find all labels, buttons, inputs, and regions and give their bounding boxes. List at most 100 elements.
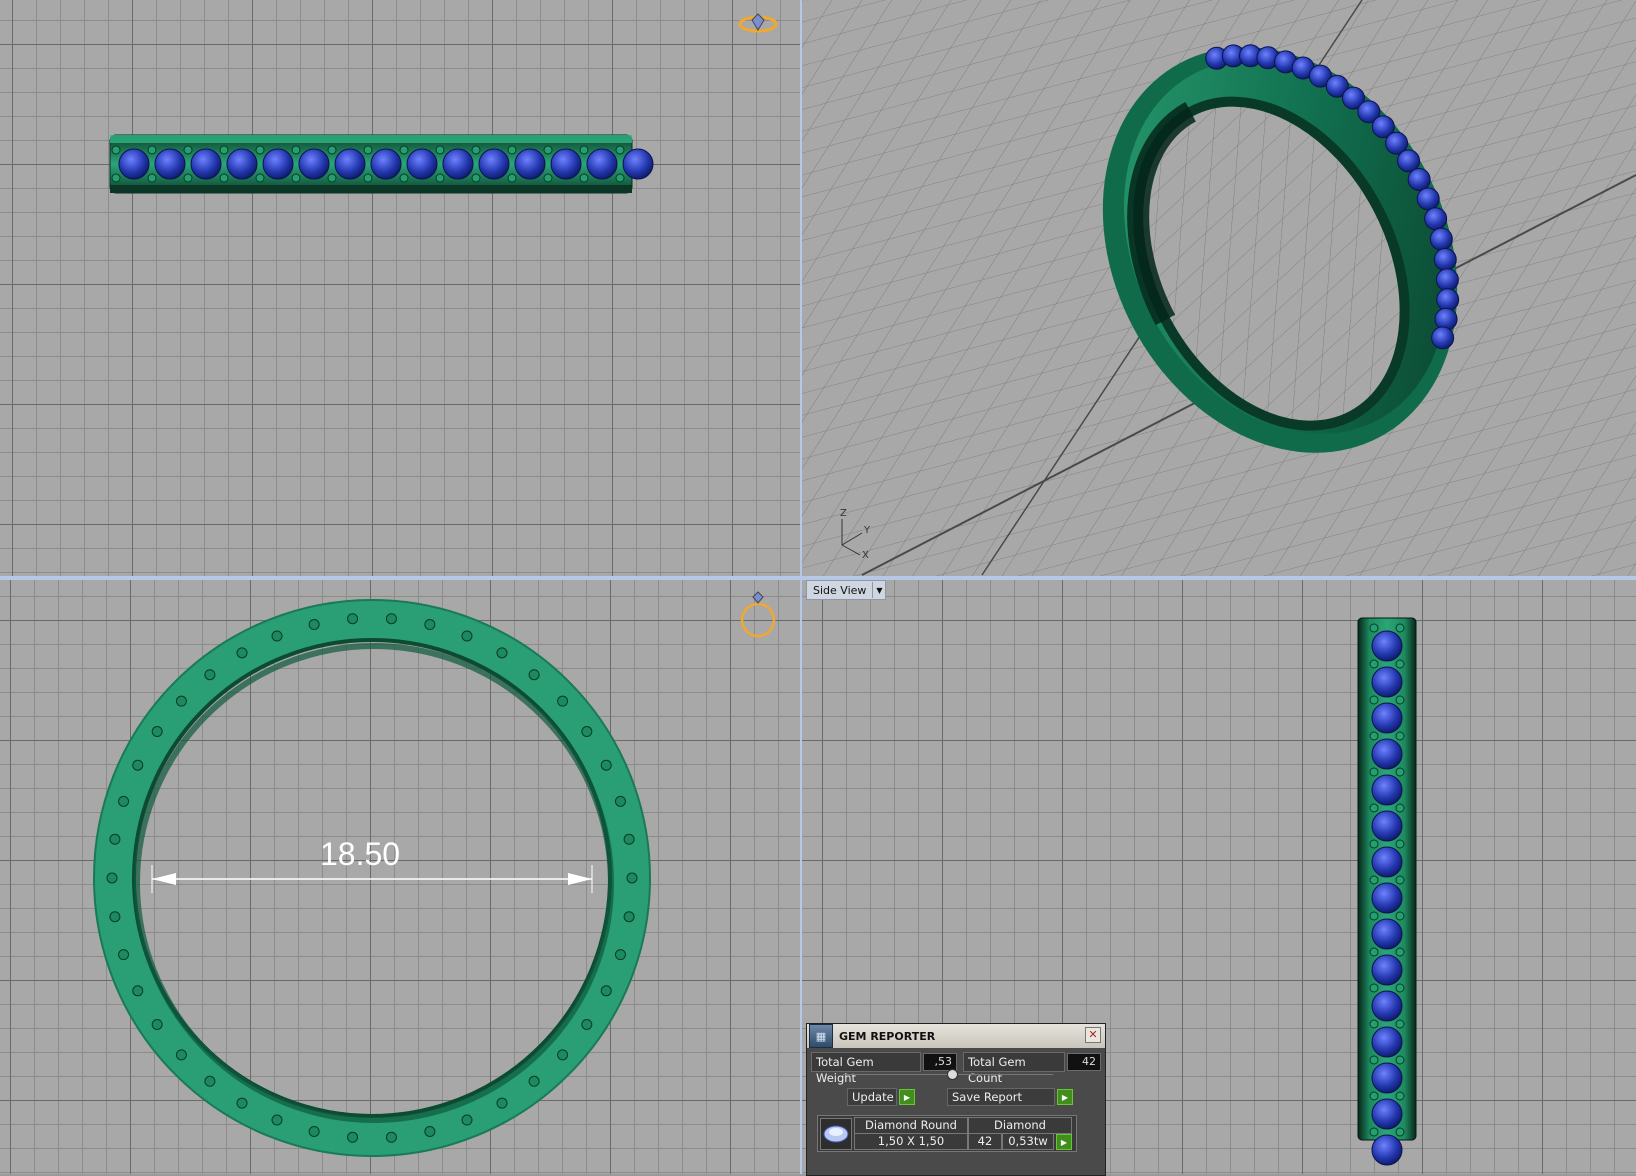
axis-z-label: Z bbox=[840, 508, 847, 519]
prong-bead bbox=[1369, 839, 1379, 849]
prong-bead bbox=[543, 173, 553, 183]
prong-bead bbox=[614, 949, 626, 961]
prong-bead bbox=[557, 695, 569, 707]
prong-bead bbox=[204, 1075, 216, 1087]
prong-bead bbox=[219, 145, 229, 155]
gem bbox=[1371, 630, 1403, 662]
prong-bead bbox=[507, 145, 517, 155]
viewport-splitter-vertical[interactable] bbox=[800, 0, 802, 1174]
gem bbox=[1371, 882, 1403, 914]
prong-bead bbox=[623, 833, 635, 845]
prong-bead bbox=[308, 1125, 320, 1137]
diameter-value: 18.50 bbox=[320, 836, 401, 872]
prong-bead bbox=[435, 145, 445, 155]
gem bbox=[442, 148, 474, 180]
prong-bead bbox=[132, 985, 144, 997]
prong-bead bbox=[1395, 875, 1405, 885]
prong-bead bbox=[147, 173, 157, 183]
prong-bead bbox=[614, 795, 626, 807]
total-gem-weight-label: Total Gem Weight bbox=[811, 1052, 921, 1085]
gem bbox=[1407, 167, 1431, 191]
gem bbox=[1371, 918, 1403, 950]
prong-bead bbox=[496, 1097, 508, 1109]
prong-bead bbox=[435, 173, 445, 183]
prong-bead bbox=[363, 145, 373, 155]
prong-bead bbox=[1395, 623, 1405, 633]
dropdown-arrow-icon[interactable]: ▼ bbox=[872, 582, 885, 598]
gem bbox=[514, 148, 546, 180]
prong-bead bbox=[1395, 839, 1405, 849]
gem-weight: 0,53tw bbox=[1002, 1133, 1054, 1150]
go-arrow-icon[interactable]: ▶ bbox=[899, 1089, 915, 1105]
gem bbox=[1371, 666, 1403, 698]
side-view-label: Side View bbox=[813, 583, 867, 597]
prong-bead bbox=[579, 173, 589, 183]
gem bbox=[622, 148, 654, 180]
prong-bead bbox=[579, 145, 589, 155]
gem-reporter-title-bar[interactable]: ▦ GEM REPORTER ✕ bbox=[807, 1024, 1105, 1048]
prong-bead bbox=[385, 1131, 397, 1143]
perspective-viewport[interactable]: Z Y X bbox=[802, 0, 1636, 576]
prong-bead bbox=[175, 695, 187, 707]
gem-shape: Diamond Round bbox=[854, 1117, 968, 1134]
gem bbox=[478, 148, 510, 180]
top-view-canvas bbox=[109, 13, 778, 194]
reporter-slider[interactable] bbox=[843, 1069, 1053, 1080]
prong-bead bbox=[399, 173, 409, 183]
prong-bead bbox=[1395, 1055, 1405, 1065]
prong-bead bbox=[308, 619, 320, 631]
gem bbox=[1435, 268, 1459, 292]
prong-bead bbox=[471, 145, 481, 155]
gem-reporter-icon: ▦ bbox=[809, 1024, 833, 1048]
prong-bead bbox=[236, 647, 248, 659]
go-arrow-icon[interactable]: ▶ bbox=[1056, 1134, 1072, 1150]
total-gem-count-value: 42 bbox=[1067, 1053, 1101, 1071]
slider-handle[interactable] bbox=[947, 1069, 958, 1080]
prong-bead bbox=[496, 647, 508, 659]
prong-bead bbox=[109, 833, 121, 845]
prong-bead bbox=[385, 613, 397, 625]
close-icon[interactable]: ✕ bbox=[1085, 1027, 1101, 1043]
prong-bead bbox=[424, 1125, 436, 1137]
prong-bead bbox=[626, 872, 638, 884]
prong-bead bbox=[291, 173, 301, 183]
gem bbox=[406, 148, 438, 180]
prong-bead bbox=[1369, 659, 1379, 669]
save-report-button[interactable]: Save Report bbox=[947, 1088, 1055, 1106]
gem bbox=[1433, 247, 1457, 271]
prong-bead bbox=[175, 1049, 187, 1061]
go-arrow-icon[interactable]: ▶ bbox=[1057, 1089, 1073, 1105]
gem bbox=[1371, 1098, 1403, 1130]
gem bbox=[586, 148, 618, 180]
prong-bead bbox=[528, 669, 540, 681]
axis-y-label: Y bbox=[863, 525, 871, 536]
prong-bead bbox=[291, 145, 301, 155]
front-view-viewport[interactable] bbox=[0, 580, 800, 1174]
prong-bead bbox=[1395, 659, 1405, 669]
update-button[interactable]: Update bbox=[847, 1088, 897, 1106]
prong-bead bbox=[1369, 947, 1379, 957]
prong-bead bbox=[1369, 983, 1379, 993]
prong-bead bbox=[147, 145, 157, 155]
prong-bead bbox=[327, 145, 337, 155]
prong-bead bbox=[363, 173, 373, 183]
gem bbox=[1429, 227, 1453, 251]
gem bbox=[1371, 774, 1403, 806]
gem bbox=[190, 148, 222, 180]
prong-bead bbox=[1395, 1019, 1405, 1029]
prong-bead bbox=[183, 173, 193, 183]
gem-count: 42 bbox=[968, 1133, 1002, 1150]
axis-x-label: X bbox=[862, 550, 869, 561]
prong-bead bbox=[600, 759, 612, 771]
prong-bead bbox=[1369, 803, 1379, 813]
prong-bead bbox=[151, 1018, 163, 1030]
gem-list-row[interactable]: Diamond Round Diamond 1,50 X 1,50 42 0,5… bbox=[817, 1115, 1077, 1152]
prong-bead bbox=[1369, 731, 1379, 741]
prong-bead bbox=[132, 759, 144, 771]
top-view-viewport[interactable] bbox=[0, 0, 800, 576]
front-view-canvas bbox=[93, 591, 776, 1157]
prong-bead bbox=[347, 613, 359, 625]
side-view-selector[interactable]: Side View ▼ bbox=[806, 580, 887, 600]
prong-bead bbox=[118, 949, 130, 961]
prong-bead bbox=[600, 985, 612, 997]
